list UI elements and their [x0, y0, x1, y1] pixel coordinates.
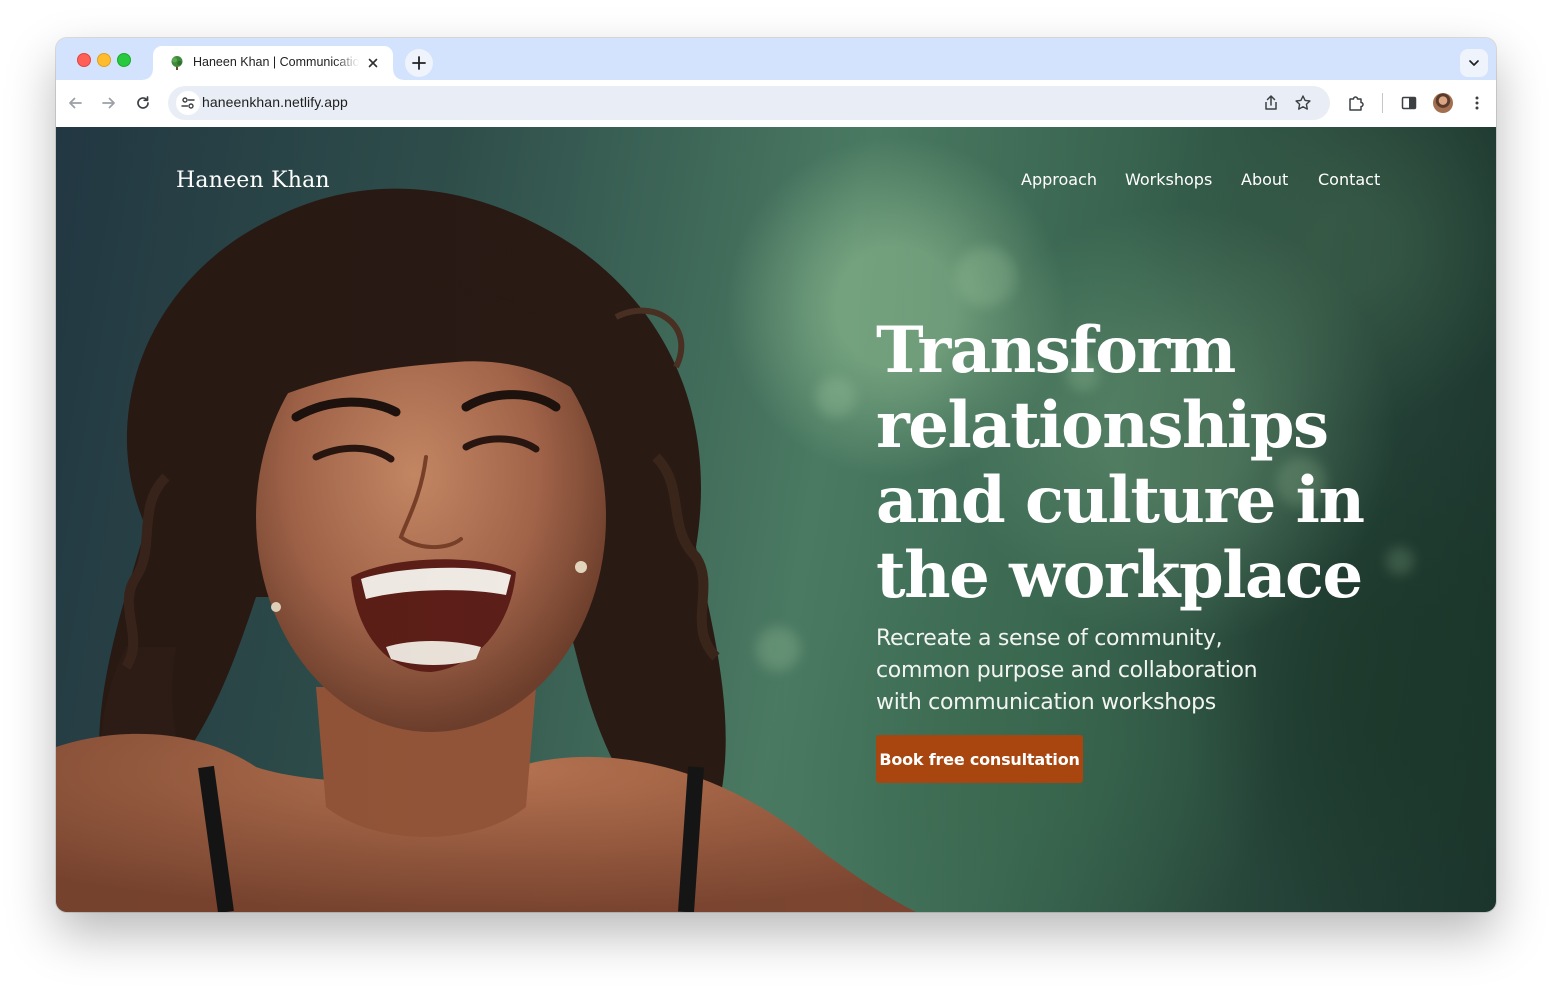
nav-link-about[interactable]: About [1241, 170, 1288, 189]
close-icon[interactable] [365, 55, 381, 71]
extensions-icon[interactable] [1345, 92, 1367, 114]
nav-link-approach[interactable]: Approach [1021, 170, 1097, 189]
toolbar-separator [1382, 93, 1383, 113]
tab-search-button[interactable] [1460, 49, 1488, 77]
tab-strip: Haneen Khan | Communication Workshops [56, 38, 1496, 80]
reload-icon[interactable] [132, 92, 154, 114]
book-consultation-button[interactable]: Book free consultation [876, 735, 1083, 783]
share-icon[interactable] [1262, 94, 1280, 112]
menu-kebab-icon[interactable] [1466, 92, 1488, 114]
bookmark-star-icon[interactable] [1294, 94, 1312, 112]
address-bar[interactable]: haneenkhan.netlify.app [168, 86, 1330, 120]
forward-arrow-icon[interactable] [98, 92, 120, 114]
hero-headline: Transform relationships and culture in t… [876, 313, 1365, 613]
nav-link-workshops[interactable]: Workshops [1125, 170, 1212, 189]
tab-title: Haneen Khan | Communication Workshops [193, 55, 359, 69]
maximize-window-button[interactable] [117, 53, 131, 67]
nav-link-contact[interactable]: Contact [1318, 170, 1380, 189]
tab-active[interactable]: Haneen Khan | Communication Workshops [143, 46, 403, 80]
back-arrow-icon[interactable] [64, 92, 86, 114]
site-info-icon[interactable] [176, 91, 200, 115]
tree-icon [169, 55, 185, 71]
close-window-button[interactable] [77, 53, 91, 67]
browser-toolbar: haneenkhan.netlify.app [56, 80, 1496, 128]
side-panel-icon[interactable] [1398, 92, 1420, 114]
new-tab-button[interactable] [405, 49, 433, 77]
new-tab-plus-icon [412, 56, 426, 70]
profile-avatar[interactable] [1433, 93, 1453, 113]
hero-subheading: Recreate a sense of community, common pu… [876, 626, 1258, 715]
minimize-window-button[interactable] [97, 53, 111, 67]
web-page: Haneen Khan Approach Workshops About Con… [56, 127, 1496, 912]
url-text[interactable]: haneenkhan.netlify.app [202, 94, 348, 110]
site-brand-logo[interactable]: Haneen Khan [176, 168, 330, 193]
browser-window: Haneen Khan | Communication Workshops ha… [56, 38, 1496, 912]
tab-search-chevron-icon [1469, 60, 1479, 66]
